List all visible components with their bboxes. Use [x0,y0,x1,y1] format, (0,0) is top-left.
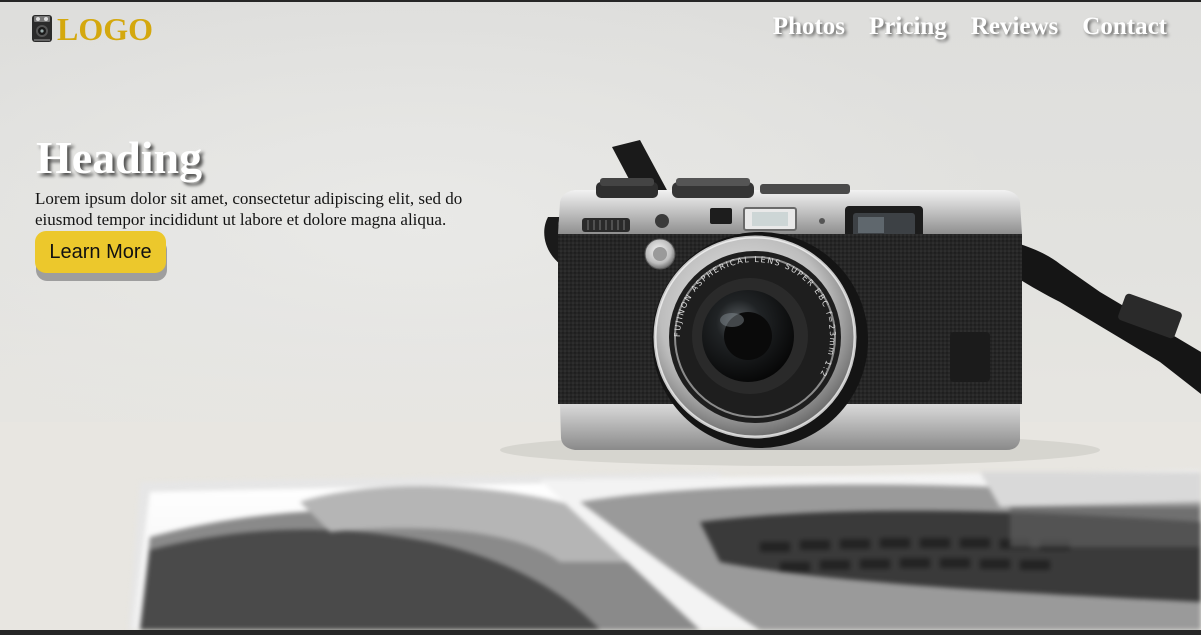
nav-link-reviews[interactable]: Reviews [971,13,1058,41]
hero-background-photo: FUJINON ASPHERICAL LENS SUPER EBC f=23mm… [0,140,1201,630]
vintage-camera-icon [32,14,52,42]
nav-link-pricing[interactable]: Pricing [869,13,947,41]
page-viewport: FUJINON ASPHERICAL LENS SUPER EBC f=23mm… [0,0,1201,635]
logo[interactable]: LOGO [31,10,153,45]
hero-description: Lorem ipsum dolor sit amet, consectetur … [35,189,463,229]
logo-text: LOGO [57,11,154,47]
hero-section: FUJINON ASPHERICAL LENS SUPER EBC f=23mm… [0,2,1201,630]
nav-link-photos[interactable]: Photos [773,13,845,41]
camera: FUJINON ASPHERICAL LENS SUPER EBC f=23mm… [558,178,1022,450]
blurred-photo-prints [128,470,1201,630]
main-nav: Photos Pricing Reviews Contact [773,13,1167,41]
learn-more-button[interactable]: Learn More [35,231,166,273]
nav-link-contact[interactable]: Contact [1082,13,1167,41]
hero-heading: Heading [36,132,203,183]
